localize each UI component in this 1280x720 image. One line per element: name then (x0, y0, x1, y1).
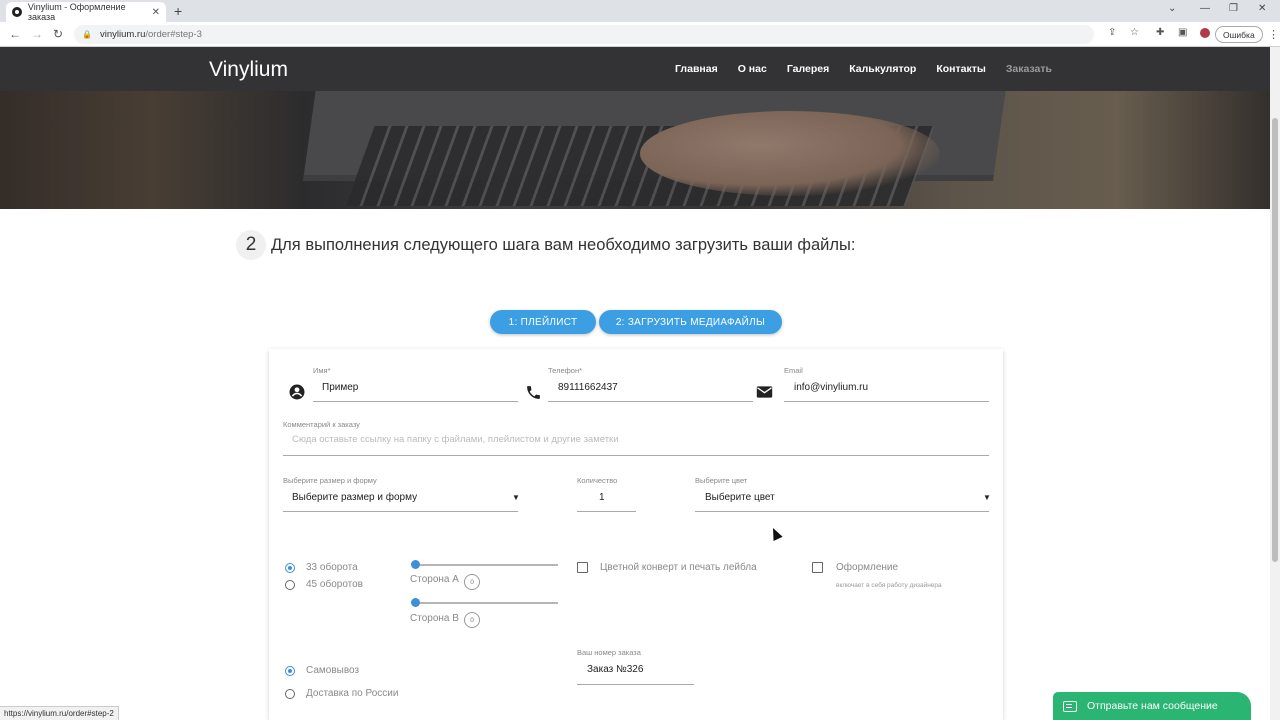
reload-icon[interactable]: ↻ (53, 27, 63, 41)
color-dropdown-icon[interactable]: ▼ (983, 493, 991, 502)
design-label: Оформление (836, 562, 899, 573)
browser-tab[interactable]: Vinylium - Оформление заказа ✕ (6, 2, 166, 22)
url-host: vinylium.ru (99, 29, 146, 40)
error-button[interactable]: Ошибка (1215, 26, 1263, 43)
russia-delivery-label: Доставка по России (306, 688, 399, 699)
order-form-card: Имя* Пример Телефон* 89111662437 Email i… (269, 349, 1003, 720)
speed-33-radio[interactable] (285, 563, 295, 573)
site-header: Vinylium Главная О нас Галерея Калькулят… (0, 47, 1270, 91)
browser-toolbar: ← → ↻ 🔒 vinylium.ru/order#step-3 ⇪ ☆ ✚ ▣ (0, 22, 1280, 47)
minimize-icon[interactable]: — (1200, 3, 1210, 14)
side-b-slider-thumb[interactable] (411, 598, 420, 607)
comment-label: Комментарий к заказу (283, 420, 360, 429)
step-number: 2 (236, 230, 266, 260)
order-number-value: Заказ №326 (587, 664, 644, 675)
side-b-slider-track[interactable] (415, 602, 558, 604)
phone-icon (523, 382, 543, 402)
scrollbar-thumb[interactable] (1272, 118, 1278, 562)
lock-icon: 🔒 (82, 30, 92, 39)
menu-item-contacts[interactable]: Контакты (936, 63, 986, 75)
chat-icon (1063, 700, 1077, 712)
step-title: Для выполнения следующего шага вам необх… (271, 236, 856, 254)
step-playlist-button[interactable]: 1: ПЛЕЙЛИСТ (490, 310, 596, 334)
side-a-label: Сторона А (410, 574, 459, 585)
menu-item-calculator[interactable]: Калькулятор (849, 63, 916, 75)
size-label: Выберите размер и форму (283, 476, 377, 485)
site-logo[interactable]: Vinylium (209, 58, 288, 82)
bookmark-star-icon[interactable]: ☆ (1130, 27, 1139, 38)
speed-45-label: 45 оборотов (306, 579, 363, 590)
phone-input[interactable]: 89111662437 (558, 382, 618, 393)
browser-menu-icon[interactable]: ⋮ (1268, 28, 1279, 41)
browser-tabbar: Vinylium - Оформление заказа ✕ + ⌄ — ❐ ✕ (0, 0, 1280, 22)
restore-icon[interactable]: ❐ (1229, 3, 1238, 14)
size-dropdown-icon[interactable]: ▼ (512, 493, 520, 502)
email-input[interactable]: info@vinylium.ru (794, 382, 868, 393)
design-checkbox[interactable] (812, 562, 823, 573)
name-label: Имя* (313, 366, 331, 375)
extensions-icon[interactable]: ✚ (1156, 27, 1164, 38)
chat-label: Отправьте нам сообщение (1087, 700, 1218, 712)
menu-item-gallery[interactable]: Галерея (787, 63, 829, 75)
color-sleeve-checkbox[interactable] (577, 562, 588, 573)
menu-item-about[interactable]: О нас (738, 63, 767, 75)
size-select[interactable]: Выберите размер и форму (292, 492, 417, 503)
new-tab-button[interactable]: + (174, 3, 182, 19)
side-b-label: Сторона В (410, 613, 459, 624)
russia-delivery-radio[interactable] (285, 689, 295, 699)
forward-icon[interactable]: → (31, 27, 43, 41)
back-icon[interactable]: ← (9, 27, 21, 41)
menu-item-home[interactable]: Главная (675, 63, 718, 75)
status-url-bar: https://vinylium.ru/order#step-2 (0, 706, 119, 720)
side-b-value: 0 (464, 612, 480, 628)
comment-input[interactable]: Сюда оставьте ссылку на папку с файлами,… (292, 434, 619, 445)
side-panel-icon[interactable]: ▣ (1178, 27, 1187, 38)
account-icon (287, 382, 307, 402)
side-a-slider-track[interactable] (415, 564, 558, 566)
side-a-value: 0 (464, 574, 480, 590)
chat-widget-button[interactable]: Отправьте нам сообщение (1053, 692, 1251, 720)
extension-icon[interactable] (1200, 28, 1210, 38)
speed-45-radio[interactable] (285, 580, 295, 590)
quantity-label: Количество (577, 476, 618, 485)
window-close-icon[interactable]: ✕ (1258, 3, 1266, 14)
main-menu: Главная О нас Галерея Калькулятор Контак… (675, 63, 1052, 75)
color-select[interactable]: Выберите цвет (705, 492, 775, 503)
name-input[interactable]: Пример (322, 382, 358, 393)
color-label: Выберите цвет (695, 476, 748, 485)
email-label: Email (784, 366, 803, 375)
order-number-label: Ваш номер заказа (577, 648, 641, 657)
hero-image (0, 91, 1270, 209)
side-a-slider-thumb[interactable] (411, 560, 420, 569)
tab-search-icon[interactable]: ⌄ (1168, 3, 1176, 14)
tab-title: Vinylium - Оформление заказа (27, 2, 126, 22)
quantity-input[interactable]: 1 (599, 492, 605, 503)
pickup-label: Самовывоз (306, 665, 360, 676)
email-icon (754, 382, 774, 402)
phone-label: Телефон* (548, 366, 583, 375)
tab-close-icon[interactable]: ✕ (152, 7, 160, 18)
share-icon[interactable]: ⇪ (1108, 27, 1116, 38)
address-bar[interactable]: 🔒 vinylium.ru/order#step-3 (74, 25, 1094, 44)
step-upload-media-button[interactable]: 2: ЗАГРУЗИТЬ МЕДИАФАЙЛЫ (599, 310, 782, 334)
color-sleeve-label: Цветной конверт и печать лейбла (600, 562, 757, 573)
site-favicon-icon (12, 7, 22, 17)
speed-33-label: 33 оборота (306, 562, 358, 573)
design-sublabel: включает в себя работу дизайнера (836, 582, 942, 589)
menu-item-order[interactable]: Заказать (1006, 63, 1052, 75)
url-path: /order#step-3 (145, 29, 202, 40)
pickup-radio[interactable] (285, 666, 295, 676)
